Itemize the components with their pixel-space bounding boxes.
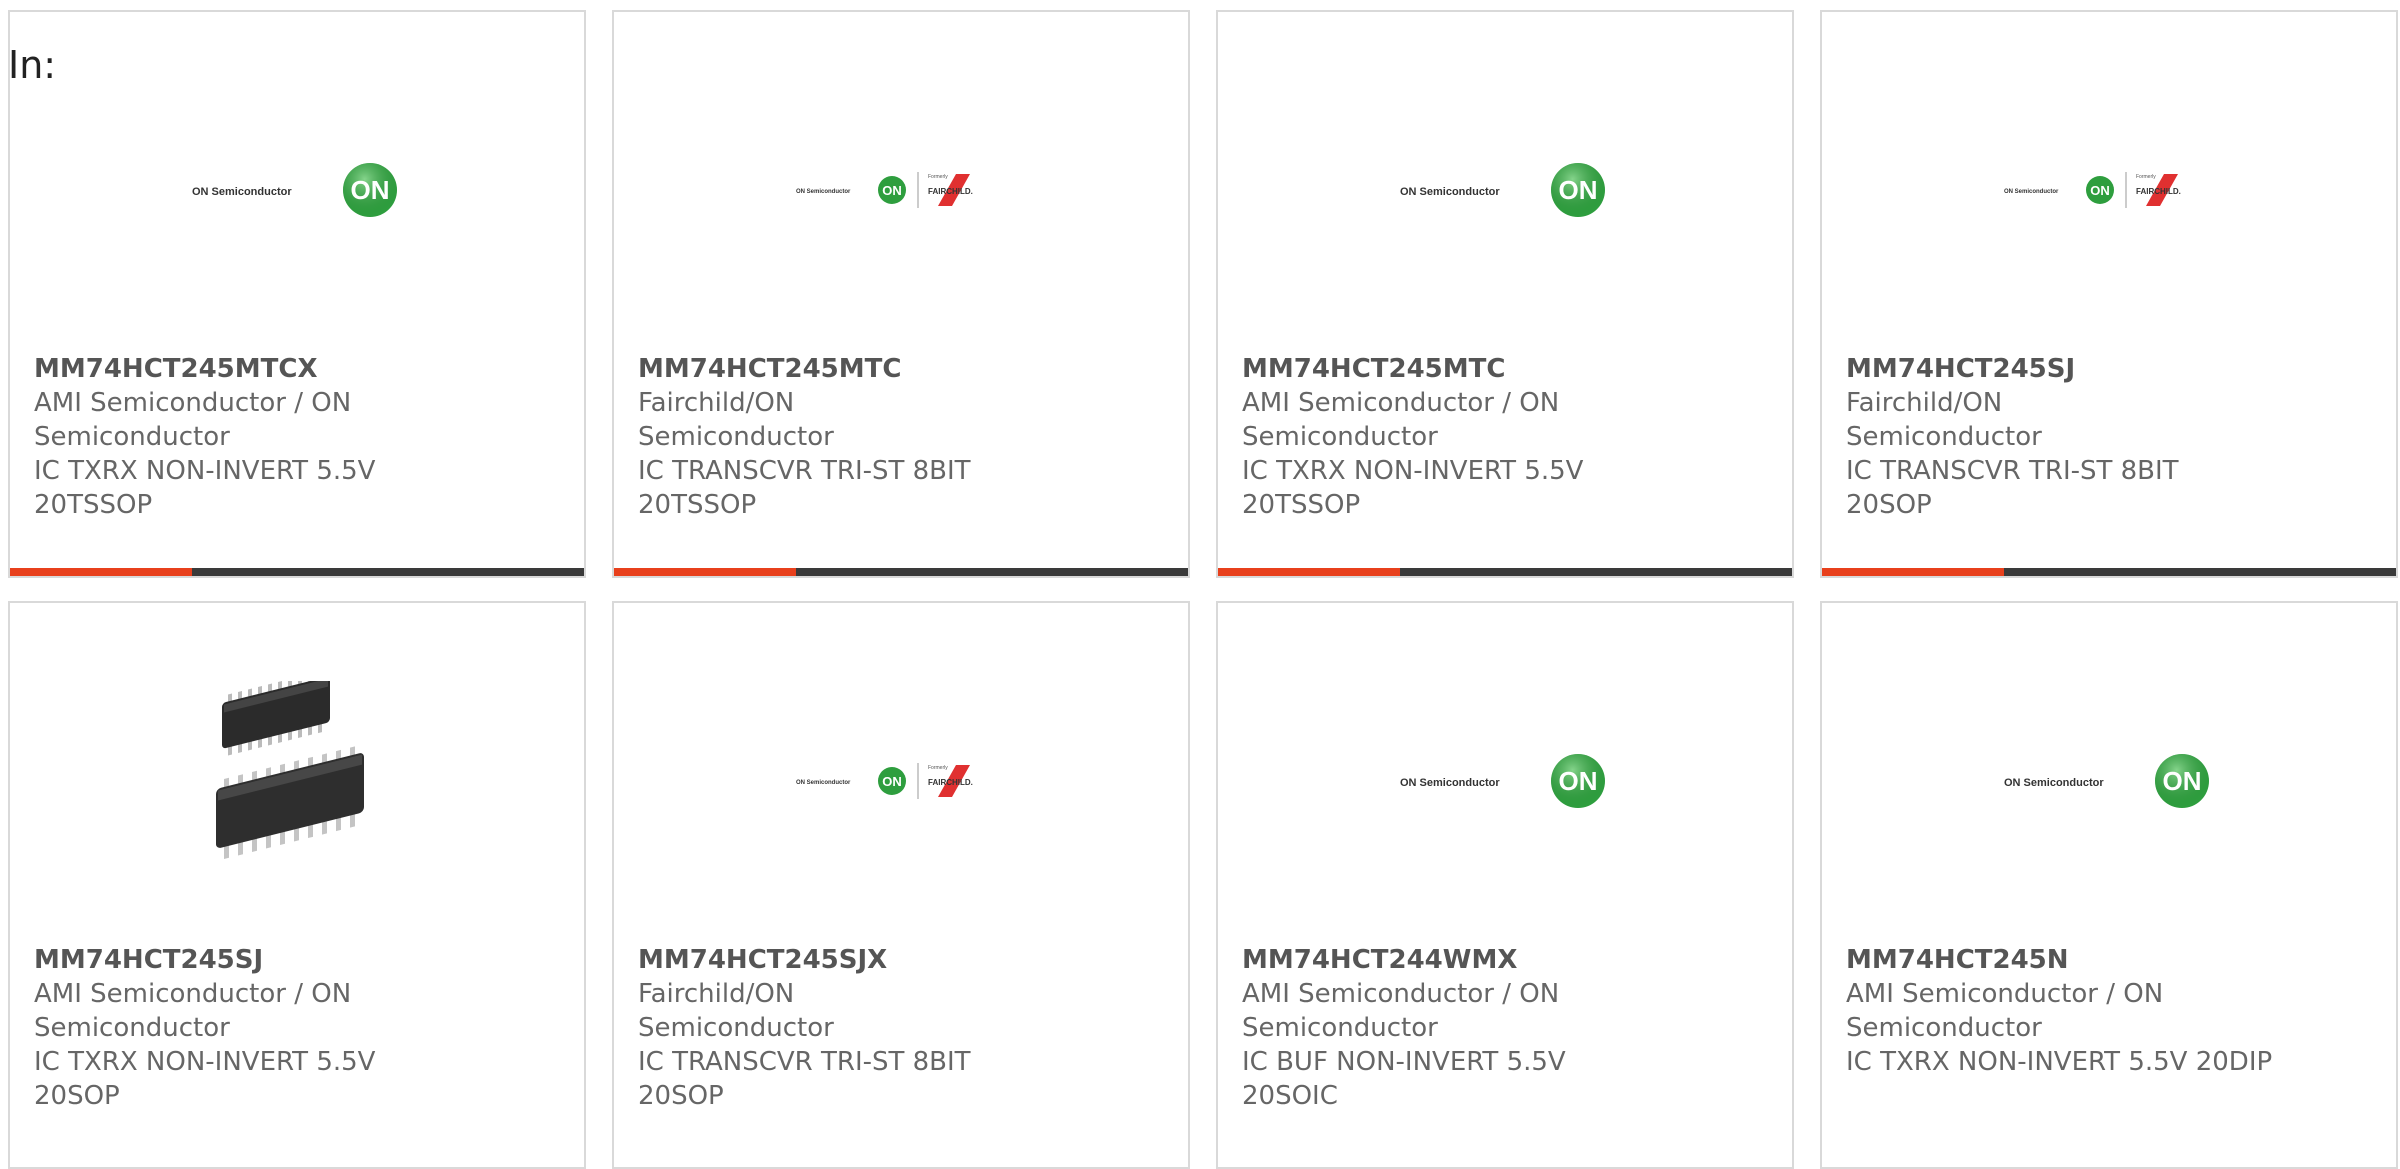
logo-formerly: Formerly — [928, 174, 948, 180]
logo-formerly: Formerly — [928, 765, 948, 771]
logo-mark: ON — [2090, 183, 2110, 198]
product-info: MM74HCT245MTC Fairchild/ON Semiconductor… — [638, 352, 998, 522]
product-info: MM74HCT245SJ AMI Semiconductor / ON Semi… — [34, 943, 394, 1113]
on-semiconductor-logo-icon: ON Semiconductor ON — [1400, 162, 1605, 217]
card-footer-accent — [614, 568, 796, 576]
description: IC BUF NON-INVERT 5.5V — [1242, 1047, 1566, 1077]
on-fairchild-logo-icon: ON Semiconductor ON Formerly FAIRCHILD. — [2004, 171, 2181, 208]
manufacturer: AMI Semiconductor / ON — [34, 388, 352, 418]
logo-mark: ON — [351, 175, 390, 205]
product-image — [10, 673, 584, 888]
product-info: MM74HCT245N AMI Semiconductor / ON Semic… — [1846, 943, 2286, 1079]
manufacturer: AMI Semiconductor / ON — [1242, 979, 1560, 1009]
logo-mark: ON — [882, 774, 902, 789]
product-card[interactable]: ON Semiconductor ON MM74HCT245MTC AMI Se… — [1216, 10, 1794, 578]
part-number[interactable]: MM74HCT245SJ — [34, 943, 394, 977]
product-image: ON Semiconductor ON — [1218, 673, 1792, 888]
description: 20SOP — [1846, 490, 1932, 520]
product-card[interactable]: ON Semiconductor ON MM74HCT245MTCX AMI S… — [8, 10, 586, 578]
card-footer-bar — [614, 568, 1188, 576]
manufacturer: Fairchild/ON Semiconductor — [638, 979, 834, 1043]
manufacturer: Semiconductor — [1242, 1013, 1438, 1043]
manufacturer: Semiconductor — [1242, 422, 1438, 452]
part-number[interactable]: MM74HCT245MTC — [1242, 352, 1602, 386]
logo-mark: ON — [1559, 175, 1598, 205]
product-info: MM74HCT245SJ Fairchild/ON Semiconductor … — [1846, 352, 2206, 522]
on-semiconductor-logo-icon: ON Semiconductor ON — [1400, 753, 1605, 808]
description: 20SOIC — [1242, 1081, 1338, 1111]
product-image: ON Semiconductor ON Formerly FAIRCHILD. — [614, 82, 1188, 297]
description: 20SOP — [34, 1081, 120, 1111]
on-fairchild-logo-icon: ON Semiconductor ON Formerly FAIRCHILD. — [796, 171, 973, 208]
product-image: ON Semiconductor ON Formerly FAIRCHILD. — [614, 673, 1188, 888]
description: IC TXRX NON-INVERT 5.5V 20DIP — [1846, 1047, 2273, 1077]
product-info: MM74HCT245SJX Fairchild/ON Semiconductor… — [638, 943, 998, 1113]
card-footer-bar — [10, 568, 584, 576]
logo-text: ON Semiconductor — [192, 186, 292, 198]
manufacturer: Semiconductor — [1846, 1013, 2042, 1043]
product-image: ON Semiconductor ON — [1822, 673, 2396, 888]
product-card[interactable]: ON Semiconductor ON Formerly FAIRCHILD. … — [612, 601, 1190, 1169]
card-footer-bar — [1218, 568, 1792, 576]
part-number[interactable]: MM74HCT245MTC — [638, 352, 998, 386]
logo-text: ON Semiconductor — [1400, 777, 1500, 789]
manufacturer: AMI Semiconductor / ON — [1846, 979, 2164, 1009]
logo-text: ON Semiconductor — [796, 189, 851, 195]
manufacturer: Fairchild/ON Semiconductor — [638, 388, 834, 452]
product-card[interactable]: ON Semiconductor ON MM74HCT245N AMI Semi… — [1820, 601, 2398, 1169]
product-card[interactable]: MM74HCT245SJ AMI Semiconductor / ON Semi… — [8, 601, 586, 1169]
product-image: ON Semiconductor ON — [1218, 82, 1792, 297]
description: IC TXRX NON-INVERT 5.5V — [34, 456, 376, 486]
description: 20TSSOP — [34, 490, 153, 520]
card-footer-accent — [1822, 568, 2004, 576]
logo-text: ON Semiconductor — [1400, 186, 1500, 198]
description: IC TRANSCVR TRI-ST 8BIT — [1846, 456, 2179, 486]
product-card[interactable]: ON Semiconductor ON MM74HCT244WMX AMI Se… — [1216, 601, 1794, 1169]
logo-formerly: Formerly — [2136, 174, 2156, 180]
description: 20TSSOP — [1242, 490, 1361, 520]
logo-fairchild: FAIRCHILD. — [928, 187, 973, 196]
description: 20TSSOP — [638, 490, 757, 520]
part-number[interactable]: MM74HCT245SJ — [1846, 352, 2206, 386]
chip-photo-icon — [216, 680, 364, 859]
manufacturer: Fairchild/ON Semiconductor — [1846, 388, 2042, 452]
product-grid: ON Semiconductor ON MM74HCT245MTCX AMI S… — [8, 10, 2400, 1169]
part-number[interactable]: MM74HCT245SJX — [638, 943, 998, 977]
on-fairchild-logo-icon: ON Semiconductor ON Formerly FAIRCHILD. — [796, 762, 973, 799]
card-footer-accent — [10, 568, 192, 576]
manufacturer: AMI Semiconductor / ON — [1242, 388, 1560, 418]
product-image: ON Semiconductor ON — [10, 82, 584, 297]
logo-fairchild: FAIRCHILD. — [928, 778, 973, 787]
logo-text: ON Semiconductor — [2004, 777, 2104, 789]
logo-fairchild: FAIRCHILD. — [2136, 187, 2181, 196]
on-semiconductor-logo-icon: ON Semiconductor ON — [192, 162, 397, 217]
part-number[interactable]: MM74HCT244WMX — [1242, 943, 1602, 977]
description: IC TRANSCVR TRI-ST 8BIT — [638, 1047, 971, 1077]
manufacturer: Semiconductor — [34, 422, 230, 452]
description: IC TXRX NON-INVERT 5.5V — [1242, 456, 1584, 486]
on-semiconductor-logo-icon: ON Semiconductor ON — [2004, 753, 2209, 808]
description: IC TXRX NON-INVERT 5.5V — [34, 1047, 376, 1077]
manufacturer: Semiconductor — [34, 1013, 230, 1043]
filter-in-label: In: — [8, 43, 57, 87]
card-footer-bar — [1822, 568, 2396, 576]
product-info: MM74HCT244WMX AMI Semiconductor / ON Sem… — [1242, 943, 1602, 1113]
part-number[interactable]: MM74HCT245N — [1846, 943, 2286, 977]
manufacturer: AMI Semiconductor / ON — [34, 979, 352, 1009]
logo-mark: ON — [1559, 766, 1598, 796]
product-info: MM74HCT245MTCX AMI Semiconductor / ON Se… — [34, 352, 394, 522]
description: IC TRANSCVR TRI-ST 8BIT — [638, 456, 971, 486]
description: 20SOP — [638, 1081, 724, 1111]
product-image: ON Semiconductor ON Formerly FAIRCHILD. — [1822, 82, 2396, 297]
card-footer-accent — [1218, 568, 1400, 576]
part-number[interactable]: MM74HCT245MTCX — [34, 352, 394, 386]
logo-mark: ON — [2163, 766, 2202, 796]
product-card[interactable]: ON Semiconductor ON Formerly FAIRCHILD. … — [1820, 10, 2398, 578]
product-info: MM74HCT245MTC AMI Semiconductor / ON Sem… — [1242, 352, 1602, 522]
logo-text: ON Semiconductor — [796, 780, 851, 786]
logo-mark: ON — [882, 183, 902, 198]
product-card[interactable]: ON Semiconductor ON Formerly FAIRCHILD. … — [612, 10, 1190, 578]
logo-text: ON Semiconductor — [2004, 189, 2059, 195]
